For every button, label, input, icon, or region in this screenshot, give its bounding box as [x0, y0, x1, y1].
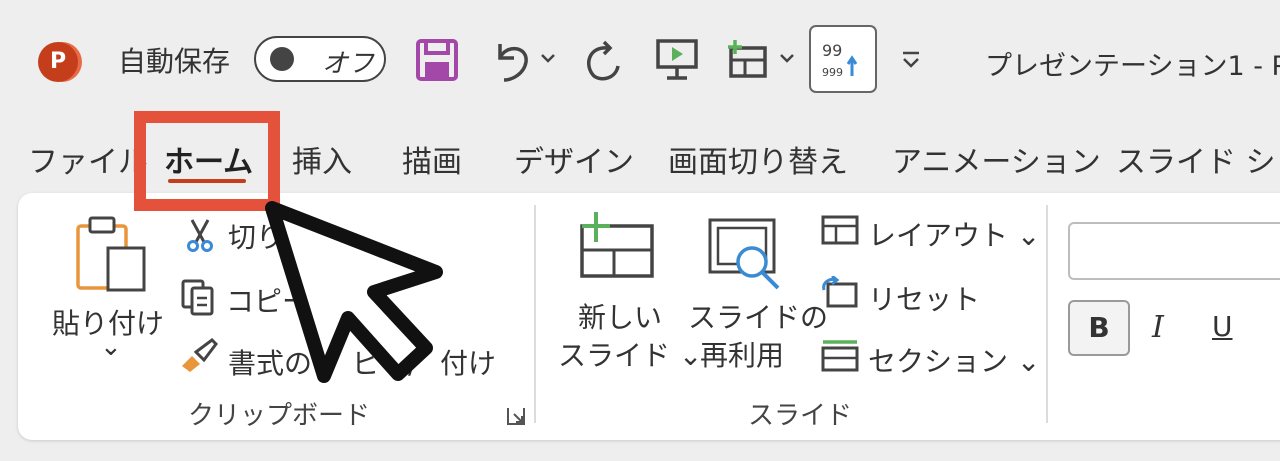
- autosave-label: 自動保存: [118, 45, 231, 78]
- autosave-toggle[interactable]: オフ: [254, 36, 386, 82]
- layout-dropdown-chevron-icon[interactable]: [779, 52, 795, 64]
- new-slide-layout-icon[interactable]: [725, 38, 771, 82]
- underline-button[interactable]: U: [1212, 310, 1233, 343]
- document-title: プレゼンテーション1 - Po: [985, 51, 1280, 82]
- tab-insert[interactable]: 挿入: [292, 137, 352, 181]
- paste-icon[interactable]: [74, 214, 150, 294]
- slides-group-label: スライド: [748, 401, 853, 431]
- format-painter-icon[interactable]: [178, 338, 218, 374]
- reset-icon[interactable]: [820, 276, 860, 310]
- highlight-box: [134, 111, 280, 211]
- pointer-cursor-icon: [265, 201, 443, 383]
- customize-qat-icon[interactable]: [900, 50, 922, 70]
- section-icon[interactable]: [820, 338, 860, 374]
- section-label[interactable]: セクション ⌄: [868, 340, 1040, 380]
- new-slide-label-1[interactable]: 新しい: [578, 296, 662, 336]
- dialog-launcher-icon[interactable]: [506, 406, 526, 426]
- reuse-slides-label-1[interactable]: スライドの: [688, 296, 828, 336]
- reuse-slides-label-2[interactable]: 再利用: [700, 334, 784, 374]
- toggle-knob: [270, 47, 294, 71]
- tab-slideshow[interactable]: スライド ショー: [1116, 137, 1280, 181]
- new-slide-label-2[interactable]: スライド ⌄: [558, 334, 702, 374]
- group-separator: [534, 205, 536, 423]
- cut-icon[interactable]: [184, 218, 216, 252]
- powerpoint-logo-icon: P: [38, 42, 78, 82]
- copy-icon[interactable]: [180, 278, 216, 316]
- tab-animations[interactable]: アニメーション: [892, 137, 1101, 181]
- layout-label[interactable]: レイアウト ⌄: [868, 214, 1040, 254]
- tab-file[interactable]: ファイル: [28, 137, 148, 181]
- svg-text:99: 99: [822, 41, 842, 60]
- numbering-icon[interactable]: 99 999: [808, 24, 878, 94]
- tab-transitions[interactable]: 画面切り替え: [668, 137, 848, 181]
- italic-button[interactable]: I: [1152, 310, 1164, 345]
- redo-icon[interactable]: [580, 36, 624, 84]
- group-separator: [1046, 205, 1048, 423]
- toggle-state-label: オフ: [322, 49, 375, 79]
- undo-dropdown-chevron-icon[interactable]: [540, 52, 556, 64]
- save-icon[interactable]: [415, 38, 459, 82]
- new-slide-icon[interactable]: [574, 208, 656, 280]
- bold-button[interactable]: B: [1068, 300, 1130, 356]
- clipboard-group-label: クリップボード: [188, 401, 371, 431]
- title-bar: P 自動保存 オフ 99 999 プレゼンテーション1 - Po: [0, 0, 1280, 115]
- present-from-start-icon[interactable]: [655, 38, 699, 82]
- reset-label[interactable]: リセット: [868, 278, 980, 318]
- layout-icon[interactable]: [820, 214, 860, 246]
- paste-dropdown-chevron-icon[interactable]: ⌄: [100, 332, 122, 362]
- tab-design[interactable]: デザイン: [514, 137, 634, 181]
- font-name-input[interactable]: [1068, 222, 1280, 280]
- undo-icon[interactable]: [490, 36, 534, 84]
- svg-text:999: 999: [822, 66, 843, 79]
- reuse-slides-icon[interactable]: [706, 216, 788, 292]
- tab-draw[interactable]: 描画: [402, 137, 462, 181]
